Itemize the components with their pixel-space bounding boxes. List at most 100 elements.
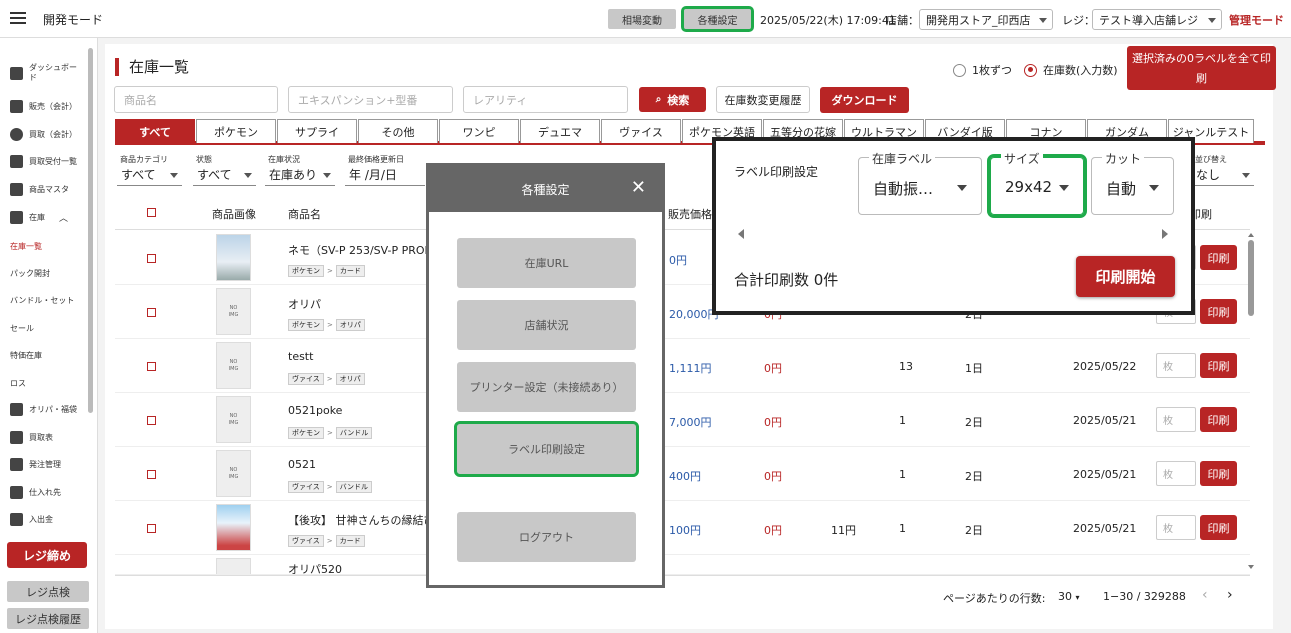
chevron-down-icon	[1039, 18, 1047, 23]
sidebar-item-loss[interactable]: ロス	[10, 374, 26, 392]
expansion-input[interactable]: エキスパンション+型番	[288, 86, 453, 113]
sidebar-item-stock[interactable]: 在庫 ︿	[10, 208, 68, 226]
print-button[interactable]: 印刷	[1200, 461, 1237, 486]
register-check-button[interactable]: レジ点検	[7, 581, 89, 602]
menu-icon[interactable]	[10, 12, 26, 24]
scroll-down-icon[interactable]	[1248, 565, 1254, 569]
days: 1日	[965, 362, 983, 375]
close-register-button[interactable]: レジ締め	[7, 542, 87, 568]
next-page-icon[interactable]: ›	[1227, 587, 1233, 603]
sidebar-item-suppliers[interactable]: 仕入れ先	[10, 483, 61, 501]
bulk-print-button[interactable]: 選択済みの0ラベルを全て印刷	[1127, 46, 1276, 90]
product-name[interactable]: 0521poke	[288, 404, 342, 417]
print-qty-input[interactable]: 枚	[1156, 461, 1196, 486]
product-name[interactable]: 0521	[288, 458, 316, 471]
logout-button[interactable]: ログアウト	[457, 512, 636, 562]
tab-other[interactable]: その他	[358, 119, 438, 143]
rows-per-page-select[interactable]: 30 ▾	[1058, 590, 1080, 603]
sidebar-item-orders[interactable]: 発注管理	[10, 455, 61, 473]
sidebar-item-cash[interactable]: 入出金	[10, 510, 53, 528]
admin-mode-link[interactable]: 管理モード	[1229, 12, 1284, 28]
scroll-left-icon[interactable]	[738, 229, 744, 239]
table-row[interactable]: NO IMG 0521 ヴァイス > バンドル 400円 0円 1 2日 2025/05/21 枚印…	[115, 447, 1250, 501]
sidebar-item-purchase[interactable]: 買取（会計）	[10, 125, 77, 143]
stock-label-select[interactable]: 在庫ラベル 自動振…	[858, 150, 982, 215]
sidebar-item-pack-open[interactable]: パック開封	[10, 264, 50, 282]
print-qty-input[interactable]: 枚	[1156, 353, 1196, 378]
sidebar-item-oripa[interactable]: オリパ・福袋	[10, 400, 77, 418]
truck-icon	[10, 457, 23, 471]
print-qty-input[interactable]: 枚	[1156, 407, 1196, 432]
sidebar-item-bundle[interactable]: バンドル・セット	[10, 291, 74, 309]
rarity-input[interactable]: レアリティ	[463, 86, 628, 113]
label-print-panel: ラベル印刷設定 在庫ラベル 自動振… サイズ 29x42 カット 自動 合計印刷…	[712, 137, 1195, 315]
sidebar-scrollbar[interactable]	[88, 48, 93, 413]
sidebar-item-special-stock[interactable]: 特価在庫	[10, 346, 42, 364]
product-name-input[interactable]: 商品名	[114, 86, 278, 113]
table-row[interactable]: 【後攻】 甘神さんちの縁結び ヴァイス > カード 100円 0円 11円 1 2日 2025/0…	[115, 501, 1250, 555]
tab-all[interactable]: すべて	[115, 119, 195, 143]
close-icon[interactable]: ✕	[631, 178, 646, 198]
tab-weiss[interactable]: ヴァイス	[601, 119, 681, 143]
print-button[interactable]: 印刷	[1200, 407, 1237, 432]
sell-price: 0円	[669, 254, 687, 267]
product-name[interactable]: 【後攻】 甘神さんちの縁結び	[288, 512, 435, 528]
product-name[interactable]: testt	[288, 350, 313, 363]
print-button[interactable]: 印刷	[1200, 353, 1237, 378]
table-row[interactable]: NO IMG 0521poke ポケモン > バンドル 7,000円 0円 1 2日 2025/0…	[115, 393, 1250, 447]
prev-page-icon[interactable]: ‹	[1202, 587, 1208, 603]
buy-price: 0円	[764, 470, 782, 483]
sidebar-item-sales[interactable]: 販売（会計）	[10, 97, 77, 115]
sidebar-item-dashboard[interactable]: ダッシュボード	[10, 63, 79, 82]
stock-history-button[interactable]: 在庫数変更履歴	[716, 86, 810, 113]
row-checkbox[interactable]	[147, 470, 156, 479]
select-all-checkbox[interactable]	[147, 208, 156, 217]
row-checkbox[interactable]	[147, 524, 156, 533]
market-button[interactable]: 相場変動	[608, 9, 676, 29]
register-check-history-button[interactable]: レジ点検履歴	[7, 608, 89, 629]
no-image-placeholder: NO IMG	[216, 558, 251, 574]
tab-onepiece[interactable]: ワンピ	[439, 119, 519, 143]
radio-stock[interactable]	[1024, 63, 1037, 77]
store-status-button[interactable]: 店舗状況	[457, 300, 636, 350]
search-button[interactable]: ⌕ 検索	[639, 87, 706, 112]
tab-supply[interactable]: サプライ	[277, 119, 357, 143]
settings-button[interactable]: 各種設定	[681, 6, 754, 32]
sell-price: 100円	[669, 524, 701, 537]
chevron-down-icon	[323, 173, 331, 178]
printer-settings-button[interactable]: プリンター設定（未接続あり）	[457, 362, 636, 412]
row-checkbox[interactable]	[147, 416, 156, 425]
row-checkbox[interactable]	[147, 254, 156, 263]
radio-single[interactable]	[953, 63, 966, 77]
sidebar-item-stock-list[interactable]: 在庫一覧	[10, 237, 42, 255]
tab-pokemon[interactable]: ポケモン	[196, 119, 276, 143]
label-print-settings-button[interactable]: ラベル印刷設定	[454, 421, 639, 477]
sidebar-item-sale[interactable]: セール	[10, 319, 34, 337]
sidebar-item-product-master[interactable]: 商品マスタ	[10, 180, 69, 198]
start-print-button[interactable]: 印刷開始	[1076, 256, 1175, 297]
row-checkbox[interactable]	[147, 308, 156, 317]
scroll-up-icon[interactable]	[1248, 233, 1254, 237]
table-scrollbar[interactable]	[1248, 240, 1254, 316]
table-row[interactable]: NO IMG オリパ520	[115, 555, 1250, 575]
cut-select[interactable]: カット 自動	[1091, 150, 1174, 215]
sidebar-item-purchase-table[interactable]: 買取表	[10, 428, 53, 446]
size-select[interactable]: サイズ 29x42	[987, 150, 1087, 218]
sidebar-item-purchase-reception[interactable]: 買取受付一覧	[10, 152, 77, 170]
product-name[interactable]: オリパ	[288, 296, 321, 312]
row-checkbox[interactable]	[147, 362, 156, 371]
print-button[interactable]: 印刷	[1200, 515, 1237, 540]
genre-tag: バンドル	[335, 427, 373, 439]
stock-url-button[interactable]: 在庫URL	[457, 238, 636, 288]
product-name[interactable]: オリパ520	[288, 561, 342, 574]
register-select[interactable]: テスト導入店舗レジ	[1092, 9, 1222, 30]
print-button[interactable]: 印刷	[1200, 245, 1237, 270]
print-mode-radio-group: 1枚ずつ 在庫数(入力数)	[953, 62, 1118, 78]
print-button[interactable]: 印刷	[1200, 299, 1237, 324]
scroll-right-icon[interactable]	[1162, 229, 1168, 239]
store-select[interactable]: 開発用ストア_印西店	[919, 9, 1053, 30]
tab-duema[interactable]: デュエマ	[520, 119, 600, 143]
print-qty-input[interactable]: 枚	[1156, 515, 1196, 540]
download-button[interactable]: ダウンロード	[820, 87, 909, 113]
table-row[interactable]: NO IMG testt ヴァイス > オリパ 1,111円 0円 13 1日 2025/05/2…	[115, 339, 1250, 393]
